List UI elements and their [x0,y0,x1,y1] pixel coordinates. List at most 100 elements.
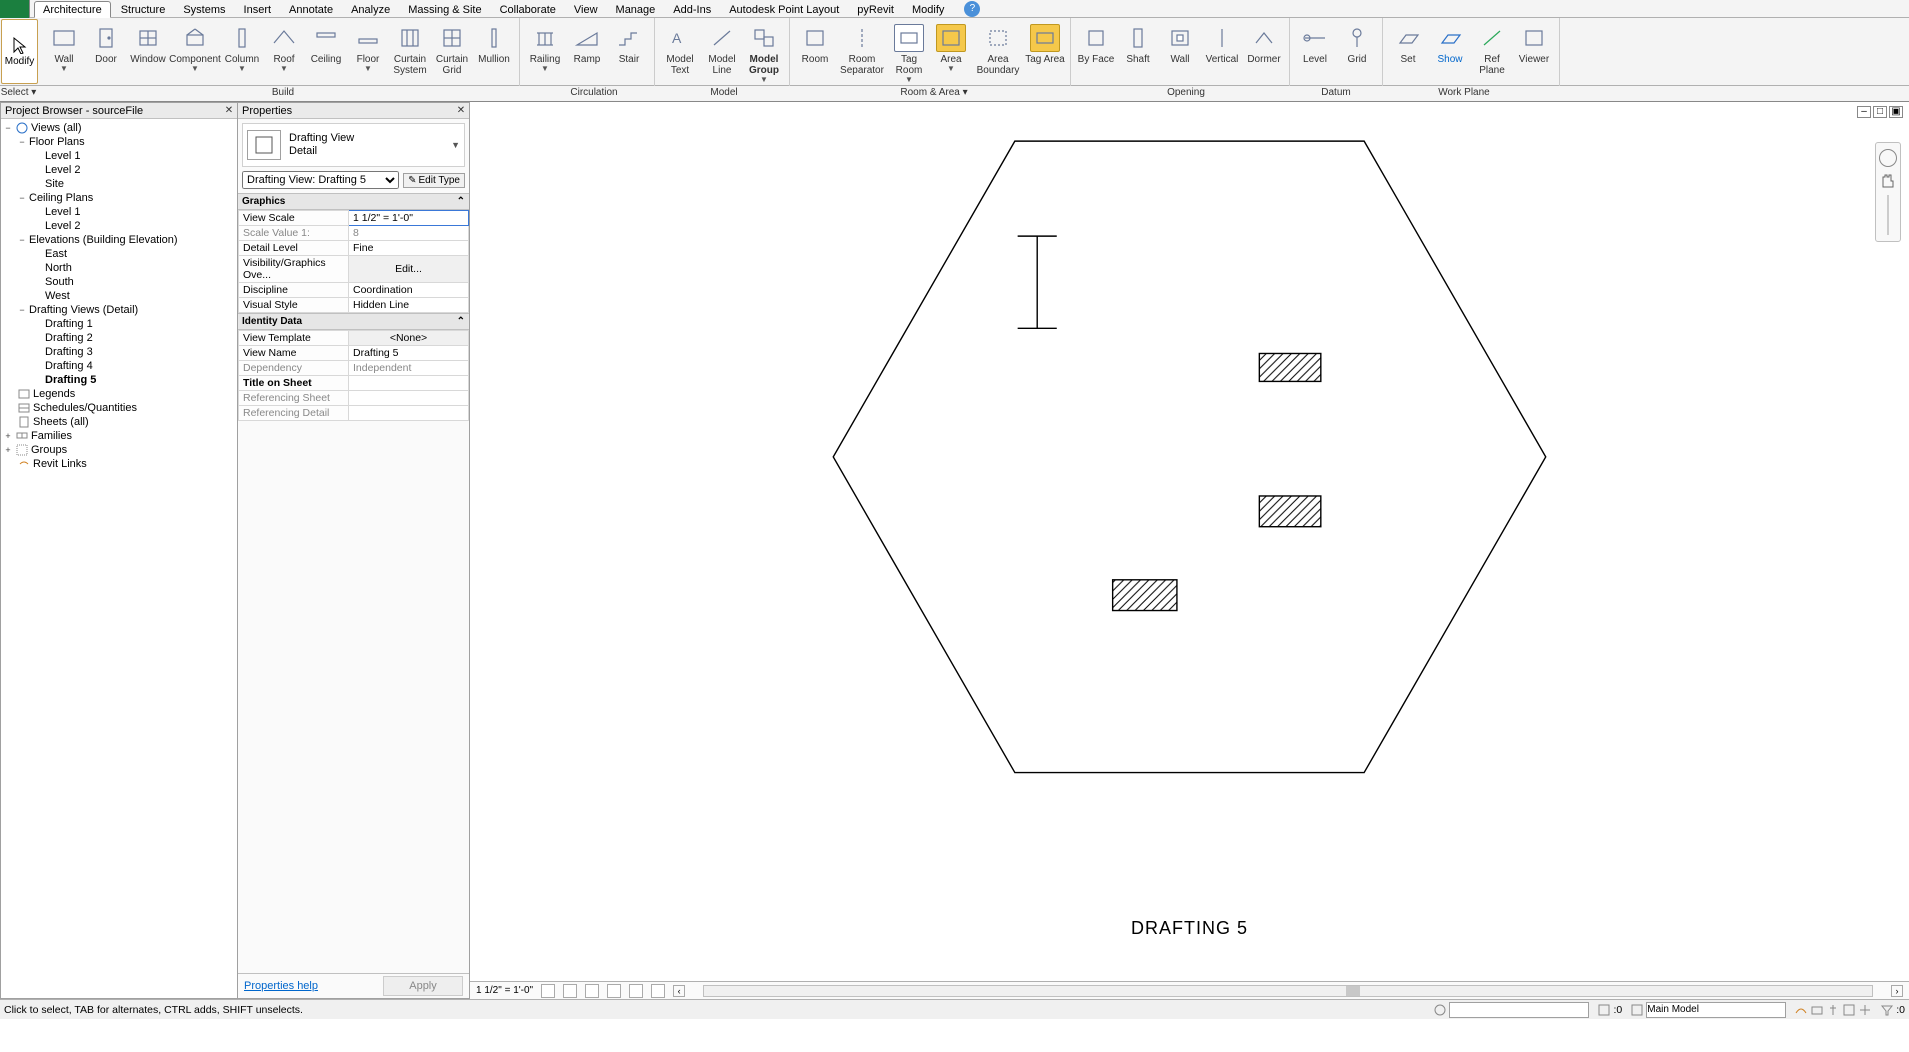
room-button[interactable]: Room [794,22,836,86]
room-separator-button[interactable]: Room Separator [836,22,888,86]
ramp-button[interactable]: Ramp [566,22,608,86]
floor-plans-node[interactable]: Floor Plans [29,136,85,148]
select-underlay-icon[interactable] [1810,1003,1824,1017]
design-option-field[interactable] [1646,1002,1786,1018]
elevations-node[interactable]: Elevations (Building Elevation) [29,234,178,246]
type-selector[interactable]: Drafting View Detail ▼ [242,123,465,167]
tab-architecture[interactable]: Architecture [34,1,111,18]
sheets-node[interactable]: Sheets (all) [33,416,89,428]
identity-collapse-icon[interactable]: ⌃ [457,316,465,327]
scroll-right-icon[interactable]: › [1891,985,1903,997]
dormer-button[interactable]: Dormer [1243,22,1285,86]
ceiling-plan-level2[interactable]: Level 2 [45,220,80,232]
tab-view[interactable]: View [566,2,606,17]
window-button[interactable]: Window [127,22,169,86]
roof-button[interactable]: Roof▼ [263,22,305,86]
schedules-node[interactable]: Schedules/Quantities [33,402,137,414]
revit-links-node[interactable]: Revit Links [33,458,87,470]
select-panel-label[interactable]: Select ▾ [0,86,37,101]
stair-button[interactable]: Stair [608,22,650,86]
help-icon[interactable]: ? [964,1,980,17]
view-scale-readout[interactable]: 1 1/2" = 1'-0" [476,985,533,996]
tab-manage[interactable]: Manage [608,2,664,17]
tab-addins[interactable]: Add-Ins [665,2,719,17]
view-name-value[interactable]: Drafting 5 [349,346,469,361]
hatched-rect-1[interactable] [1259,353,1320,381]
hatched-rect-2[interactable] [1259,496,1320,527]
tab-analyze[interactable]: Analyze [343,2,398,17]
vertical-button[interactable]: Vertical [1201,22,1243,86]
project-browser-tree[interactable]: −Views (all) −Floor Plans Level 1 Level … [1,119,237,998]
workset-icon[interactable] [1433,1003,1447,1017]
drafting-3[interactable]: Drafting 3 [45,346,93,358]
instance-selector[interactable]: Drafting View: Drafting 5 [242,171,399,189]
elevation-west[interactable]: West [45,290,70,302]
floor-button[interactable]: Floor▼ [347,22,389,86]
view-scale-value[interactable]: 1 1/2" = 1'-0" [349,211,469,226]
select-face-icon[interactable] [1842,1003,1856,1017]
hatched-rect-3[interactable] [1113,580,1177,611]
drafting-4[interactable]: Drafting 4 [45,360,93,372]
railing-button[interactable]: Railing▼ [524,22,566,86]
elevation-north[interactable]: North [45,262,72,274]
hexagon-shape[interactable] [833,141,1546,772]
viewer-button[interactable]: Viewer [1513,22,1555,86]
properties-close-icon[interactable]: ✕ [455,105,467,117]
tab-systems[interactable]: Systems [175,2,233,17]
legends-node[interactable]: Legends [33,388,75,400]
discipline-value[interactable]: Coordination [349,283,469,298]
groups-node[interactable]: Groups [31,444,67,456]
shaft-button[interactable]: Shaft [1117,22,1159,86]
component-button[interactable]: Component▼ [169,22,221,86]
tab-structure[interactable]: Structure [113,2,174,17]
type-dropdown-icon[interactable]: ▼ [451,140,460,150]
ceiling-button[interactable]: Ceiling [305,22,347,86]
door-button[interactable]: Door [85,22,127,86]
horizontal-scrollbar[interactable] [703,985,1873,997]
apply-button[interactable]: Apply [383,976,463,996]
tab-massing-site[interactable]: Massing & Site [400,2,489,17]
drag-elements-icon[interactable] [1858,1003,1872,1017]
model-line-button[interactable]: Model Line [701,22,743,86]
grid-button[interactable]: Grid [1336,22,1378,86]
ref-plane-button[interactable]: Ref Plane [1471,22,1513,86]
model-text-button[interactable]: AModel Text [659,22,701,86]
app-menu-icon[interactable] [0,0,30,18]
view-template-value[interactable]: <None> [349,331,469,346]
area-boundary-button[interactable]: Area Boundary [972,22,1024,86]
tab-insert[interactable]: Insert [236,2,280,17]
floor-plan-level1[interactable]: Level 1 [45,150,80,162]
title-on-sheet-value[interactable] [349,376,469,391]
floor-plan-site[interactable]: Site [45,178,64,190]
detail-level-value[interactable]: Fine [349,241,469,256]
wall-button[interactable]: Wall▼ [43,22,85,86]
project-browser-close-icon[interactable]: ✕ [223,105,235,117]
curtain-grid-button[interactable]: Curtain Grid [431,22,473,86]
wall-opening-button[interactable]: Wall [1159,22,1201,86]
tag-area-button[interactable]: Tag Area [1024,22,1066,86]
select-pinned-icon[interactable] [1826,1003,1840,1017]
i-beam-shape[interactable] [1018,236,1057,328]
mullion-button[interactable]: Mullion [473,22,515,86]
tab-modify[interactable]: Modify [904,2,952,17]
shadows-icon[interactable] [607,984,621,998]
area-button[interactable]: Area▼ [930,22,972,86]
filter-icon[interactable] [1880,1003,1894,1017]
floor-plan-level2[interactable]: Level 2 [45,164,80,176]
drawing-canvas[interactable]: ‒ □ ▣ DRAFTING 5 1 1/2" = 1 [470,102,1909,999]
drafting-views-node[interactable]: Drafting Views (Detail) [29,304,138,316]
level-button[interactable]: Level [1294,22,1336,86]
views-root[interactable]: Views (all) [31,122,82,134]
properties-help-link[interactable]: Properties help [244,980,318,992]
edit-type-button[interactable]: ✎Edit Type [403,173,465,188]
detail-level-icon[interactable] [541,984,555,998]
tab-pyrevit[interactable]: pyRevit [849,2,902,17]
show-button[interactable]: Show [1429,22,1471,86]
room-area-group-label[interactable]: Room & Area ▾ [789,86,1079,101]
tag-room-button[interactable]: Tag Room▼ [888,22,930,86]
drafting-2[interactable]: Drafting 2 [45,332,93,344]
visual-style-icon[interactable] [563,984,577,998]
workset-field[interactable] [1449,1002,1589,1018]
curtain-system-button[interactable]: Curtain System [389,22,431,86]
crop-view-icon[interactable] [629,984,643,998]
